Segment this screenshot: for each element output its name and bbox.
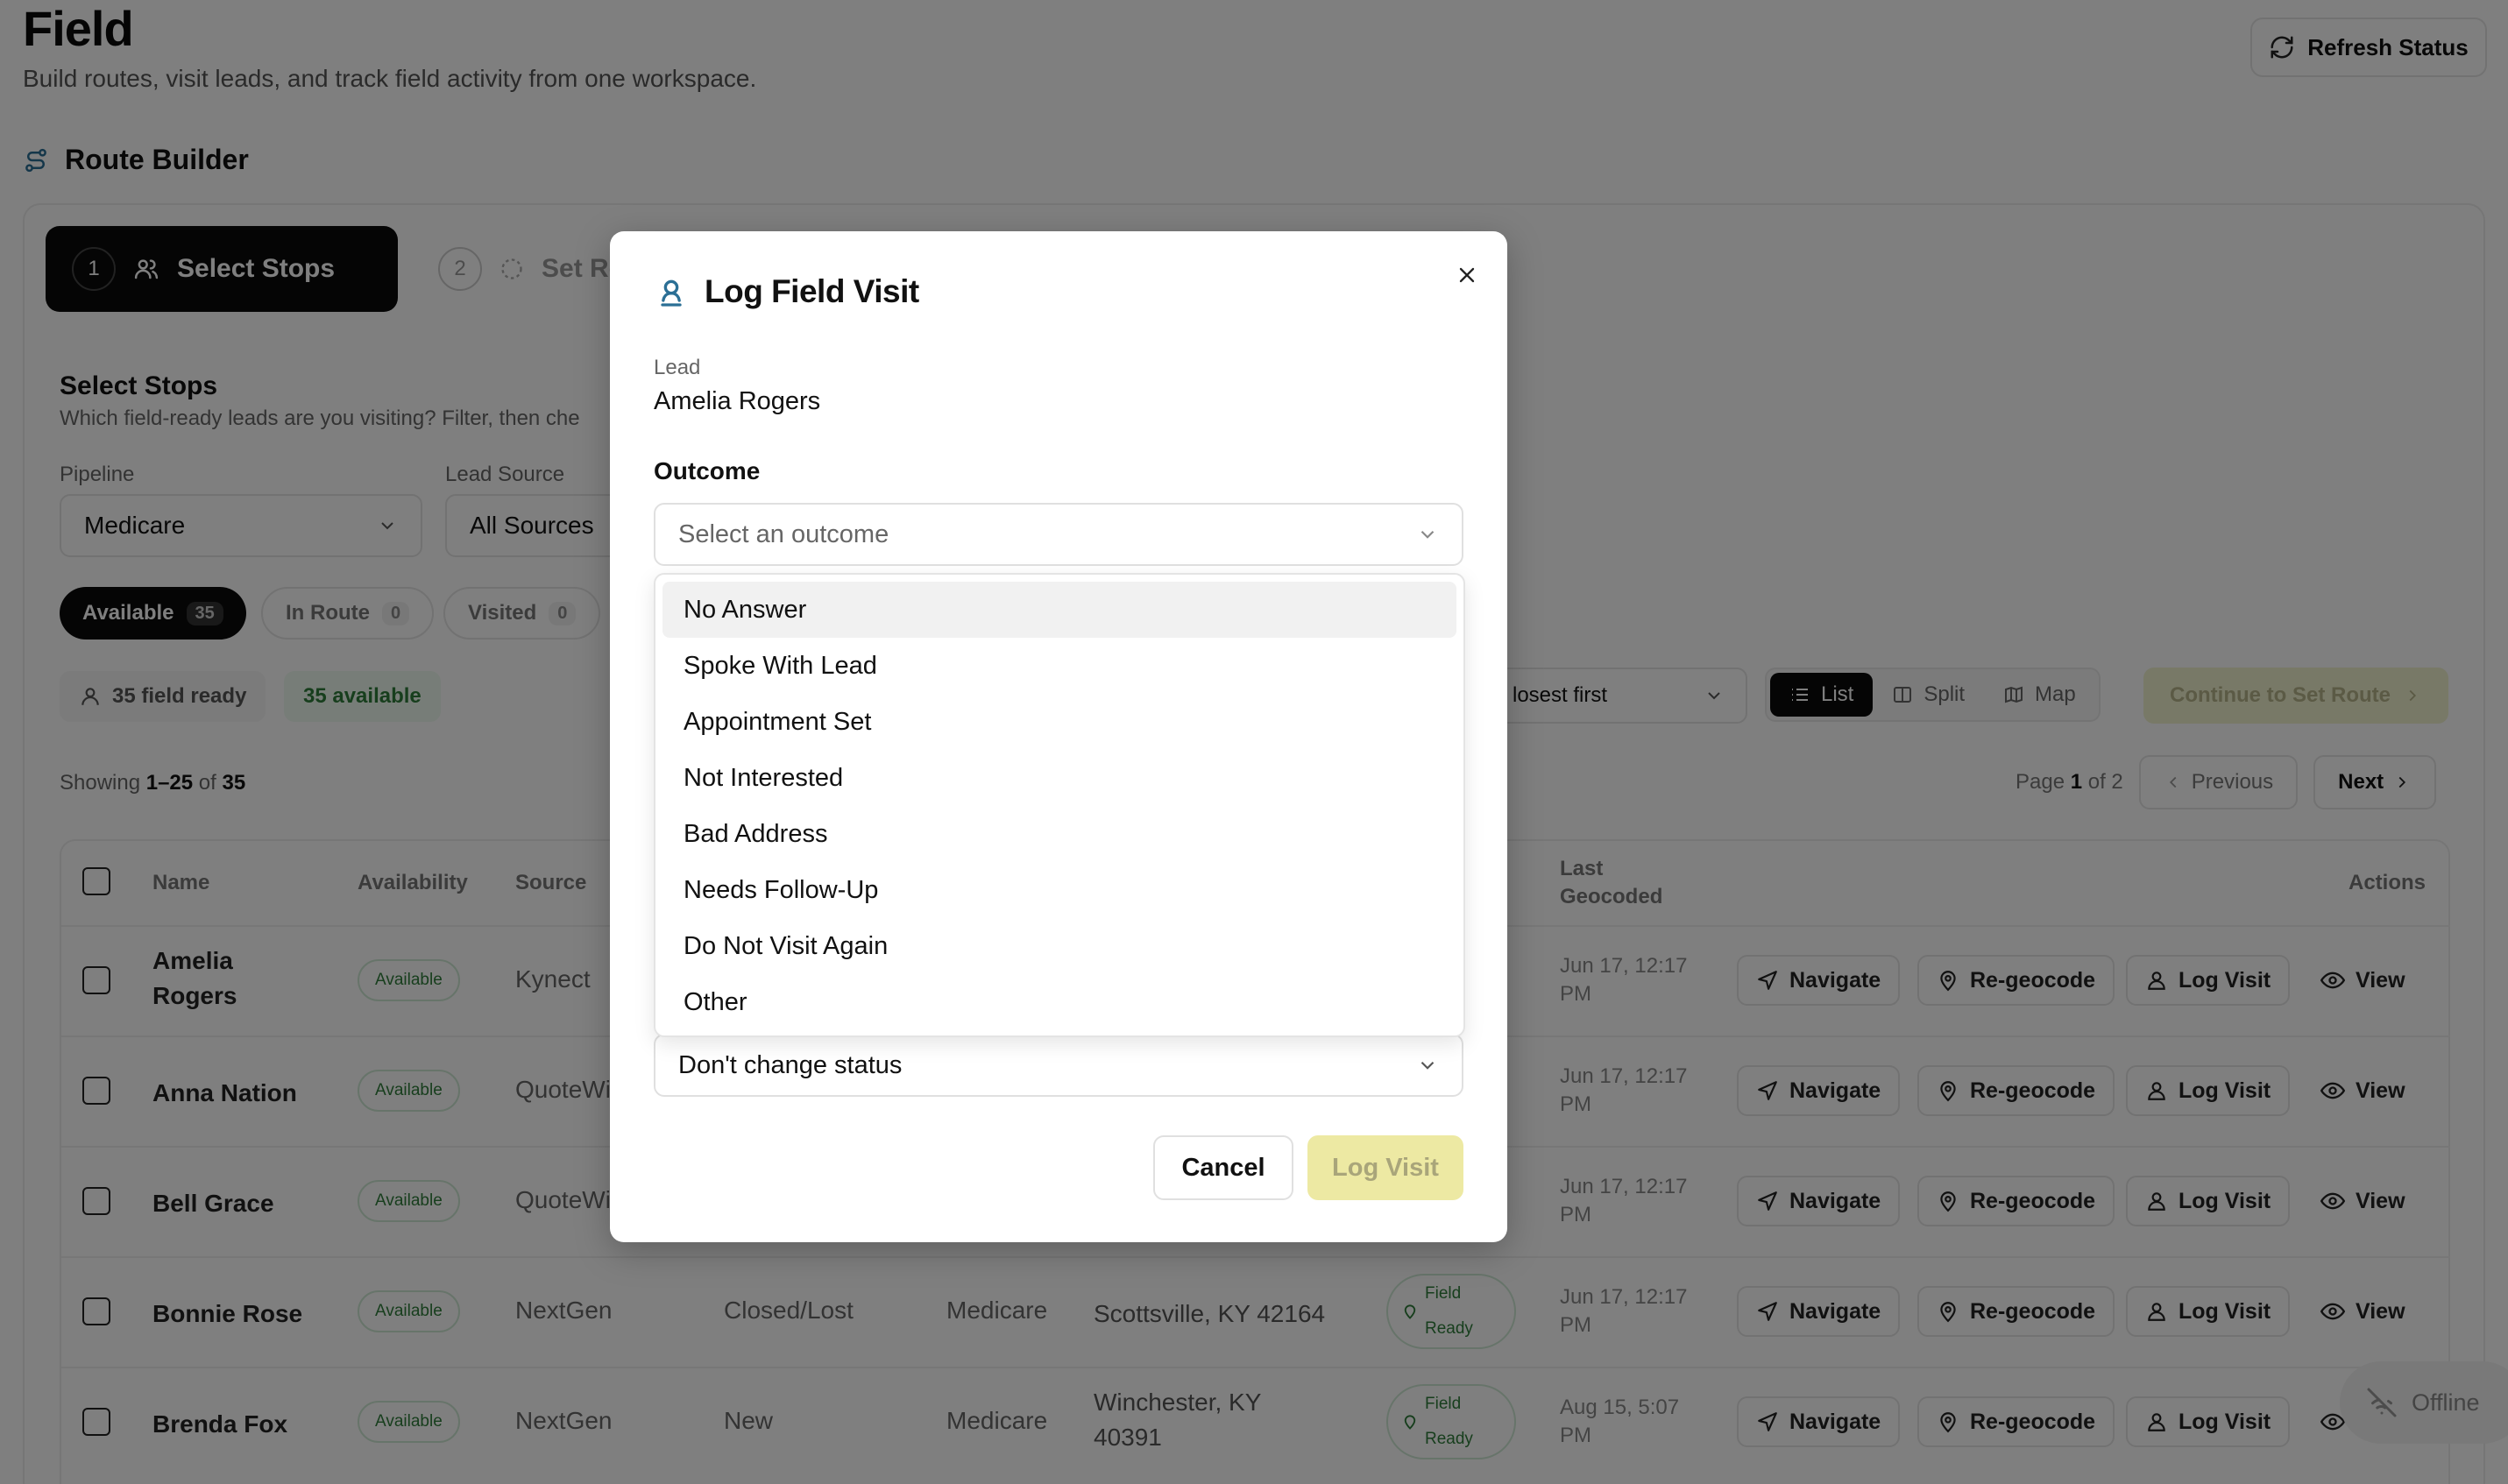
status-value: Don't change status bbox=[678, 1050, 903, 1079]
outcome-option[interactable]: Spoke With Lead bbox=[662, 638, 1456, 694]
outcome-option[interactable]: Appointment Set bbox=[662, 694, 1456, 750]
outcome-placeholder: Select an outcome bbox=[678, 519, 889, 548]
close-button[interactable] bbox=[1449, 258, 1484, 293]
outcome-option[interactable]: Not Interested bbox=[662, 750, 1456, 806]
outcome-option[interactable]: Bad Address bbox=[662, 806, 1456, 862]
page: Field Build routes, visit leads, and tra… bbox=[0, 0, 2508, 1484]
close-icon bbox=[1455, 263, 1479, 287]
lead-value: Amelia Rogers bbox=[654, 387, 821, 415]
outcome-label: Outcome bbox=[654, 457, 761, 484]
log-visit-submit-button[interactable]: Log Visit bbox=[1307, 1135, 1463, 1200]
outcome-option[interactable]: Needs Follow-Up bbox=[662, 862, 1456, 918]
cancel-button[interactable]: Cancel bbox=[1153, 1135, 1293, 1200]
modal-title-text: Log Field Visit bbox=[705, 273, 919, 309]
outcome-option[interactable]: Other bbox=[662, 974, 1456, 1030]
outcome-dropdown: No Answer Spoke With Lead Appointment Se… bbox=[654, 573, 1465, 1037]
chevron-down-icon bbox=[1416, 523, 1439, 546]
user-pin-icon bbox=[654, 274, 689, 309]
chevron-down-icon bbox=[1416, 1054, 1439, 1077]
lead-label: Lead bbox=[654, 356, 701, 379]
modal-title: Log Field Visit bbox=[654, 273, 919, 310]
status-select[interactable]: Don't change status bbox=[654, 1034, 1463, 1097]
outcome-select[interactable]: Select an outcome bbox=[654, 503, 1463, 566]
outcome-option[interactable]: No Answer bbox=[662, 582, 1456, 638]
outcome-option[interactable]: Do Not Visit Again bbox=[662, 918, 1456, 974]
